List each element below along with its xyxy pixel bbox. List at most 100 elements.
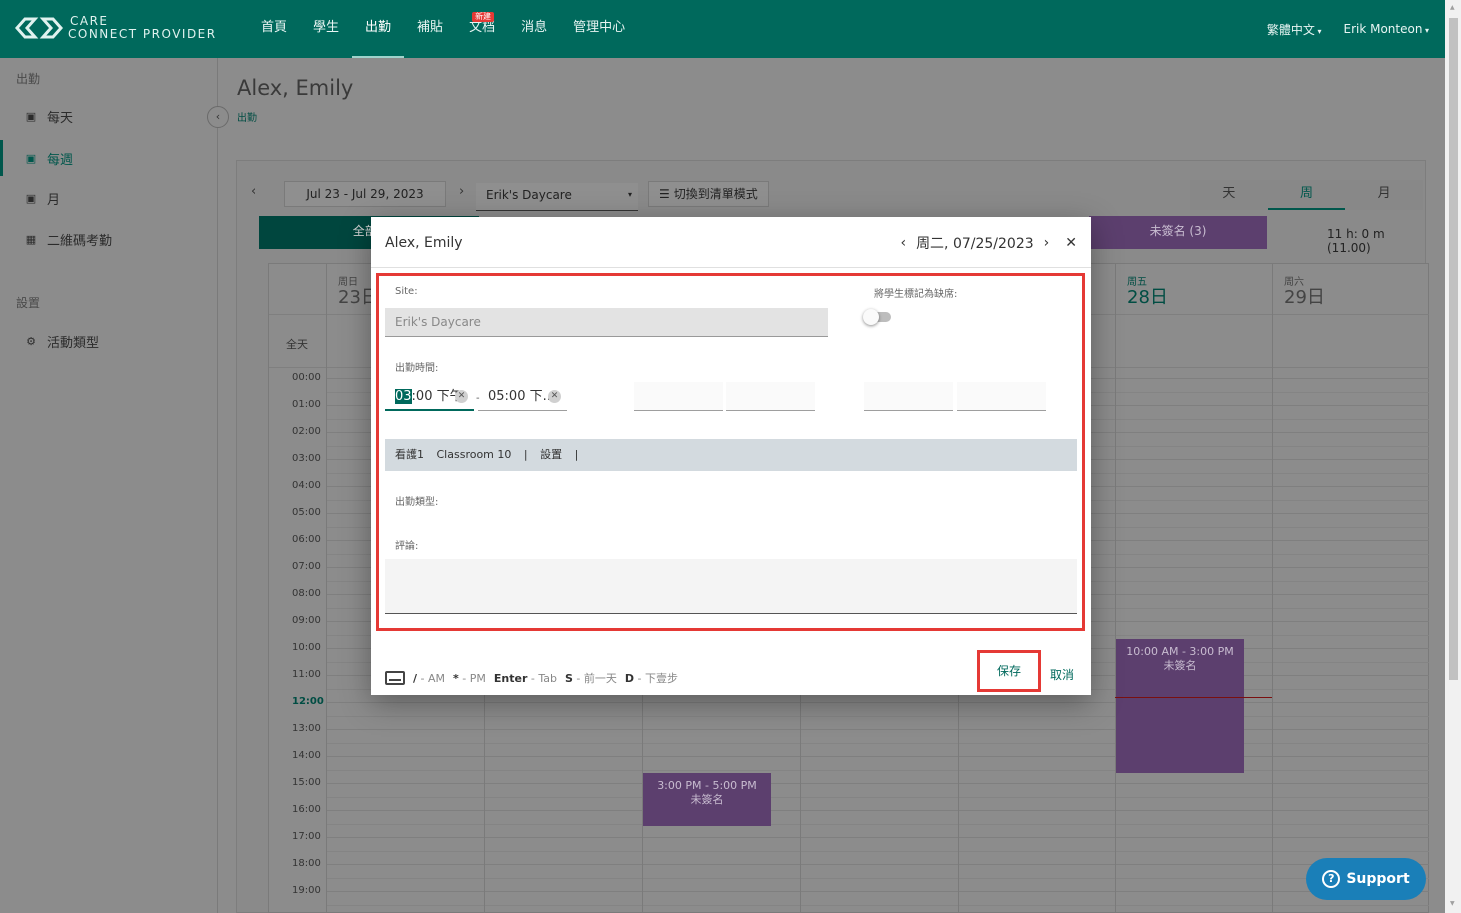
room-divider: |	[523, 448, 528, 461]
sidebar-item-monthly[interactable]: ▣ 月	[0, 180, 217, 216]
time-in-field-2[interactable]	[634, 382, 723, 411]
hour-label: 09:00	[292, 615, 321, 626]
hour-gridline	[326, 864, 1429, 865]
site-field: Erik's Daycare	[385, 308, 828, 337]
total-hours: 11 h: 0 m (11.00)	[1327, 227, 1385, 255]
sidebar-item-weekly[interactable]: ▣ 每週	[0, 140, 217, 176]
hour-label: 19:00	[292, 885, 321, 896]
scroll-down-icon[interactable]: ▼	[1450, 900, 1455, 907]
brand-logo[interactable]: CARE CONNECT PROVIDER	[14, 14, 217, 42]
col-divider	[1272, 314, 1273, 913]
hour-label: 13:00	[292, 723, 321, 734]
scrollbar-thumb[interactable]	[1449, 18, 1458, 680]
shortcut-d: D - 下壹步	[624, 672, 678, 685]
time-out-field-2[interactable]	[726, 382, 815, 411]
scroll-up-icon[interactable]: ▲	[1450, 4, 1455, 11]
time-in-field[interactable]: 03:00 下午 ✕	[385, 382, 474, 411]
save-button[interactable]: 保存	[977, 650, 1041, 692]
hour-label: 08:00	[292, 588, 321, 599]
status-unsigned[interactable]: 未簽名 (3)	[1089, 216, 1267, 249]
date-range[interactable]: Jul 23 - Jul 29, 2023	[284, 181, 446, 207]
tab-week[interactable]: 周	[1267, 180, 1346, 210]
hour-label: 07:00	[292, 561, 321, 572]
half-hour-gridline	[326, 850, 1429, 852]
close-icon[interactable]: ✕	[1065, 235, 1077, 251]
room-divider: |	[574, 448, 579, 461]
sidebar: 出勤 ▣ 每天 ▣ 每週 ▣ 月 ▦ 二維碼考勤 設置 ⚙ 活動類型	[0, 58, 218, 913]
time-out-field[interactable]: 05:00 下... ✕	[478, 382, 567, 411]
comment-input[interactable]	[385, 559, 1077, 614]
sidebar-item-daily[interactable]: ▣ 每天	[0, 98, 217, 134]
half-hour-gridline	[326, 904, 1429, 906]
hour-gridline	[326, 783, 1429, 784]
attendance-event[interactable]: 3:00 PM - 5:00 PM 未簽名	[643, 773, 771, 826]
room-settings-link[interactable]: 設置	[540, 448, 562, 461]
list-mode-button[interactable]: ☰ 切換到清單模式	[648, 181, 769, 207]
current-time-line	[1115, 697, 1272, 698]
gear-icon: ⚙	[26, 334, 36, 348]
calendar-month-icon: ▣	[25, 191, 37, 205]
view-tabs: 天 周 月	[1190, 180, 1423, 210]
keyboard-shortcuts: / - AM * - PM Enter - Tab S - 前一天 D - 下壹…	[385, 670, 678, 686]
next-day-button[interactable]: ›	[1044, 235, 1050, 251]
site-label: Site:	[395, 286, 418, 297]
nav-subsidy[interactable]: 補貼	[404, 0, 456, 58]
user-menu[interactable]: Erik Monteon	[1343, 22, 1429, 36]
clear-icon[interactable]: ✕	[548, 390, 561, 403]
hour-gridline	[326, 891, 1429, 892]
sidebar-item-activity-types[interactable]: ⚙ 活動類型	[0, 323, 217, 359]
half-hour-gridline	[326, 823, 1429, 825]
cancel-button[interactable]: 取消	[1050, 666, 1074, 683]
dialog-divider	[371, 267, 1091, 268]
nav-messages[interactable]: 消息	[508, 0, 560, 58]
tab-month[interactable]: 月	[1345, 180, 1423, 210]
breadcrumb[interactable]: 出勤	[237, 109, 257, 124]
nav-documents[interactable]: 文档 新建	[456, 0, 508, 58]
site-select[interactable]: Erik's Daycare ▾	[476, 183, 638, 211]
qr-code-icon: ▦	[25, 232, 37, 246]
half-hour-gridline	[326, 877, 1429, 879]
room-classroom[interactable]: Classroom 10	[437, 448, 512, 461]
tab-day[interactable]: 天	[1190, 180, 1268, 210]
attendance-event[interactable]: 10:00 AM - 3:00 PM 未簽名	[1116, 639, 1244, 773]
calendar-day-icon: ▣	[25, 109, 37, 123]
hour-gridline	[326, 837, 1429, 838]
day-header-sat: 周六 29日	[1272, 264, 1430, 314]
sidebar-section-settings: 設置	[16, 296, 41, 310]
absent-label: 將學生標記為缺席:	[874, 289, 958, 300]
page-scrollbar[interactable]: ▲ ▼	[1445, 0, 1461, 913]
hour-gridline	[326, 756, 1429, 757]
nav-attendance[interactable]: 出勤	[352, 0, 405, 58]
support-button[interactable]: ? Support	[1306, 858, 1426, 900]
day-header-fri: 周五 28日	[1115, 264, 1273, 314]
top-right-menu: 繁體中文 Erik Monteon	[1267, 0, 1429, 58]
clear-icon[interactable]: ✕	[455, 390, 468, 403]
half-hour-gridline	[326, 742, 1429, 744]
half-hour-gridline	[326, 769, 1429, 771]
prev-day-button[interactable]: ‹	[900, 235, 906, 251]
collapse-sidebar-button[interactable]: ‹	[207, 106, 229, 128]
nav-home[interactable]: 首頁	[248, 0, 300, 58]
dialog-date-nav: ‹ 周二, 07/25/2023 › ✕	[900, 233, 1077, 253]
half-hour-gridline	[326, 796, 1429, 798]
brand-line2: CONNECT PROVIDER	[68, 27, 217, 41]
hour-gridline	[326, 729, 1429, 730]
hour-label: 10:00	[292, 642, 321, 653]
hour-label: 03:00	[292, 453, 321, 464]
new-badge: 新建	[472, 12, 495, 22]
hour-gridline	[326, 810, 1429, 811]
hour-label: 02:00	[292, 426, 321, 437]
language-dropdown[interactable]: 繁體中文	[1267, 21, 1322, 38]
time-out-field-3[interactable]	[957, 382, 1046, 411]
comment-label: 評論:	[395, 541, 419, 552]
sidebar-item-qr[interactable]: ▦ 二維碼考勤	[0, 221, 217, 257]
nav-students[interactable]: 學生	[300, 0, 352, 58]
dropdown-caret-icon: ▾	[627, 190, 632, 199]
attendance-type-label: 出勤類型:	[395, 497, 439, 508]
time-in-field-3[interactable]	[864, 382, 953, 411]
next-week-button[interactable]: ›	[459, 184, 464, 199]
nav-admin[interactable]: 管理中心	[560, 0, 638, 58]
prev-week-button[interactable]: ‹	[251, 184, 256, 199]
absent-toggle[interactable]	[863, 309, 893, 325]
dialog-date: 周二, 07/25/2023	[916, 236, 1034, 252]
